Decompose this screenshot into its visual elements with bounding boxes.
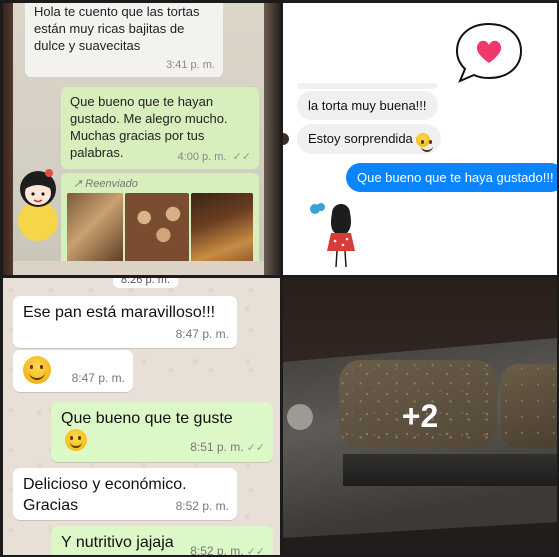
message-text: Y nutritivo jajaja (61, 534, 174, 551)
incoming-message: 8:47 p. m. (13, 350, 133, 392)
screenshot-messenger-chat: la torta muy buena!!! Estoy sorprendida … (283, 3, 557, 275)
girl-sticker-icon (18, 169, 58, 241)
screenshot-whatsapp-chat: 8:26 p. m. Ese pan está maravilloso!!! 8… (3, 278, 280, 555)
outgoing-message: Que bueno que te haya gustado!!! (346, 163, 557, 192)
message-time: 8:52 p. m. ✓✓ (190, 544, 265, 555)
message-time: 8:47 p. m. (175, 327, 229, 341)
incoming-message: Hola te cuento que las tortas están muy … (25, 3, 223, 77)
bread-photo-tile[interactable]: +2 (283, 278, 557, 555)
girl-sticker-icon (310, 203, 355, 268)
outgoing-message: Que bueno que te hayan gustado. Me alegr… (61, 87, 259, 169)
previous-message-edge (297, 83, 437, 89)
heart-speech-bubble-icon (455, 22, 523, 83)
avatar (283, 133, 289, 145)
message-time: 8:52 p. m. (175, 499, 229, 513)
message-text: Delicioso y económico. Gracias (23, 476, 187, 514)
message-time: 8:51 p. m. ✓✓ (190, 440, 265, 454)
message-time: 4:00 p. m. ✓✓ (177, 151, 251, 163)
incoming-message: Delicioso y económico. Gracias 8:52 p. m… (13, 468, 237, 520)
previous-message-fragment: 8:26 p. m. (113, 278, 178, 288)
forwarded-images-message[interactable]: ↗ Reenviado (61, 173, 259, 269)
forwarded-label: ↗ Reenviado (73, 178, 138, 190)
photo-cake[interactable] (67, 193, 123, 263)
incoming-message: Estoy sorprendida (297, 124, 442, 154)
incoming-message: la torta muy buena!!! (297, 91, 438, 120)
more-photos-count: +2 (401, 398, 439, 434)
outgoing-message: Y nutritivo jajaja 8:52 p. m. ✓✓ (51, 526, 273, 555)
incoming-message: Ese pan está maravilloso!!! 8:47 p. m. (13, 296, 237, 348)
photo-cookies[interactable] (125, 193, 189, 263)
smile-emoji-icon (65, 429, 87, 451)
message-time: 3:41 p. m. (166, 59, 215, 71)
smile-emoji-icon (416, 132, 434, 152)
message-text: Hola te cuento que las tortas están muy … (34, 4, 200, 53)
screenshot-whatsapp-phone-photo: Hola te cuento que las tortas están muy … (3, 3, 280, 275)
outgoing-message: Que bueno que te guste 8:51 p. m. ✓✓ (51, 402, 273, 462)
message-time: 8:47 p. m. (71, 371, 125, 385)
photo-chocolate-cake[interactable] (191, 193, 253, 263)
message-text: Que bueno que te guste (61, 410, 233, 427)
drooling-face-emoji-icon (23, 356, 51, 384)
message-text: Ese pan está maravilloso!!! (23, 304, 216, 321)
chat-bottom-strip (13, 261, 265, 275)
phone-edge (264, 3, 280, 275)
